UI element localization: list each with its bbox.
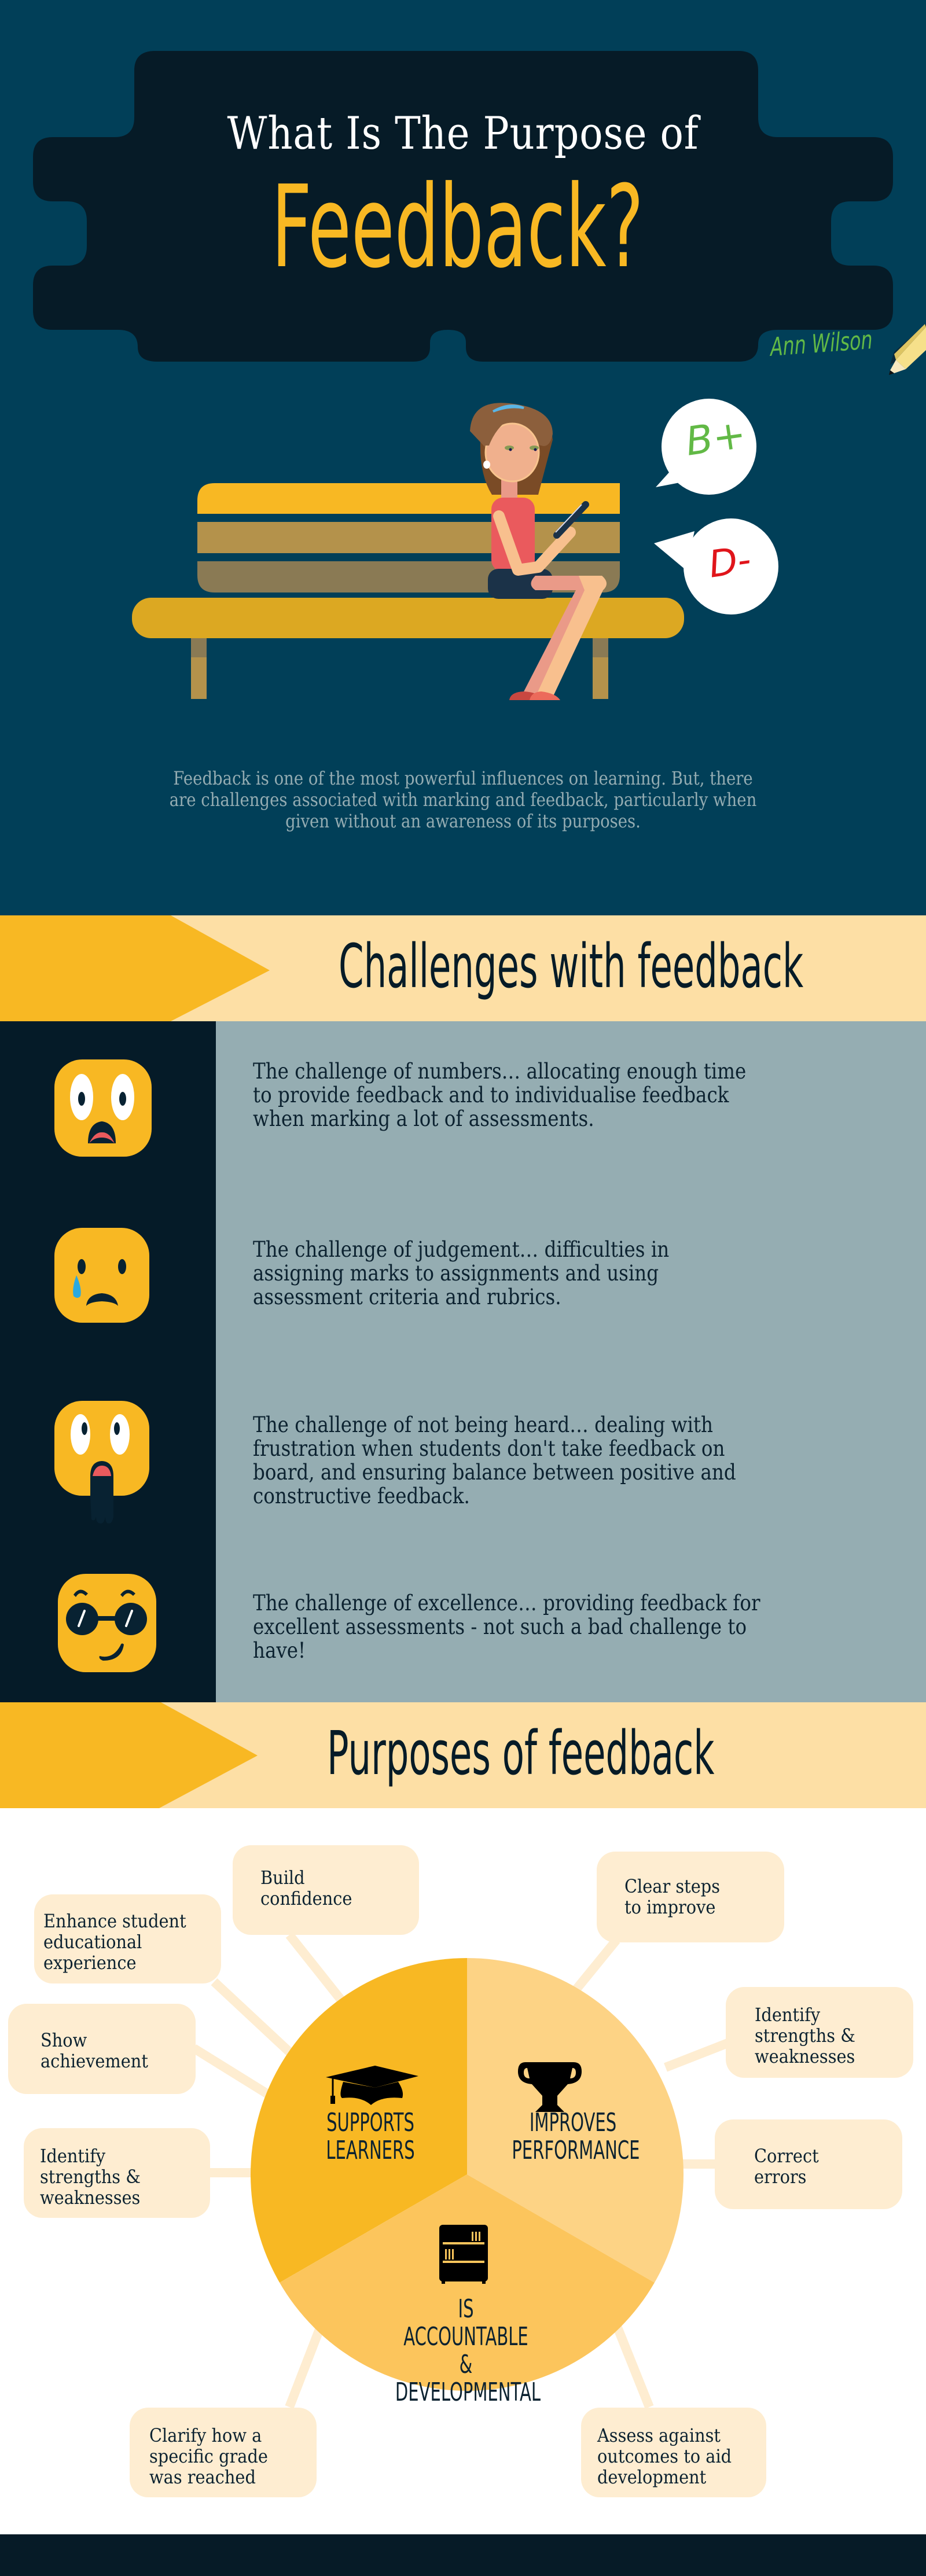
challenge-text: The challenge of not being heard… dealin…: [253, 1412, 736, 1508]
footer-bar: [0, 2534, 926, 2576]
drooling-face-icon: [54, 1401, 149, 1523]
connector-line: [211, 1978, 304, 2066]
purpose-box: Clarify how a specific grade was reached: [130, 2408, 317, 2497]
title-line-1: What Is The Purpose of: [227, 108, 699, 160]
challenge-text: The challenge of numbers… allocating eno…: [253, 1059, 747, 1131]
purpose-box: Clear steps to improve: [597, 1852, 784, 1942]
purposes-section: SUPPORTS LEARNERS IMPROVES PERFORMANCE I…: [0, 1808, 926, 2534]
connector-line: [569, 1937, 620, 1997]
chevron-arrow-shape: [0, 1702, 258, 1808]
title-line-2: Feedback?: [271, 161, 644, 293]
purpose-box: Build confidence: [233, 1845, 419, 1935]
purposes-banner: Purposes of feedback: [0, 1702, 926, 1808]
sunglasses-face-icon: [58, 1574, 156, 1672]
connector-line: [609, 2316, 654, 2409]
connector-line: [191, 2044, 281, 2104]
purpose-box: Correct errors: [715, 2119, 902, 2209]
bookshelf-icon: [439, 2225, 488, 2284]
challenges-section: The challenge of numbers… allocating eno…: [0, 1021, 926, 1702]
hero-section: What Is The Purpose of Feedback? Ann Wil…: [0, 0, 926, 915]
purpose-box: Show achievement: [8, 2004, 196, 2094]
segment-label-accountable-developmental: IS ACCOUNTABLE & DEVELOPMENTAL: [395, 2294, 541, 2407]
challenge-text: The challenge of excellence… providing f…: [253, 1591, 760, 1663]
grade-b-plus: B+: [683, 411, 749, 465]
chevron-arrow-shape: [0, 915, 270, 1021]
segment-label-supports-learners: SUPPORTS LEARNERS: [326, 2108, 415, 2165]
pencil-icon: [889, 324, 926, 375]
challenge-text: The challenge of judgement… difficulties…: [253, 1237, 670, 1309]
purposes-heading: Purposes of feedback: [327, 1718, 715, 1789]
purpose-box: Assess against outcomes to aid developme…: [581, 2408, 766, 2497]
challenges-banner: Challenges with feedback: [0, 915, 926, 1021]
intro-paragraph: Feedback is one of the most powerful inf…: [169, 767, 757, 832]
purpose-box: Identify strengths & weaknesses: [726, 1987, 913, 2078]
purpose-box: Enhance student educational experience: [34, 1894, 221, 1983]
shocked-face-icon: [54, 1059, 152, 1157]
segment-label-improves-performance: IMPROVES PERFORMANCE: [512, 2108, 640, 2165]
connector-line: [664, 2038, 731, 2072]
crying-face-icon: [54, 1228, 149, 1323]
challenges-heading: Challenges with feedback: [339, 931, 804, 1002]
grade-d-minus: D-: [706, 538, 754, 587]
purpose-box: Identify strengths & weaknesses: [24, 2128, 210, 2218]
